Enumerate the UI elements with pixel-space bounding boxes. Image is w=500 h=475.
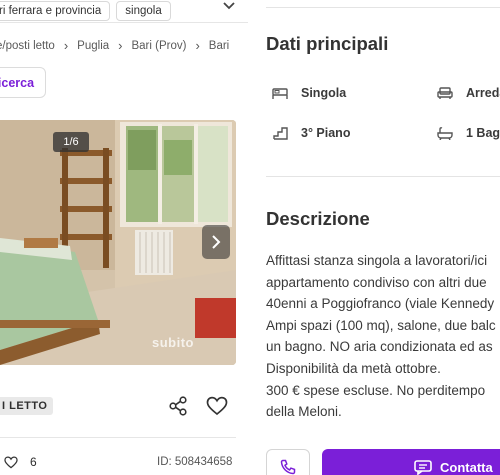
description-line: Ampi spazi (100 mq), salone, due balc [266, 317, 496, 333]
chat-icon [414, 459, 432, 475]
contact-button[interactable]: Contatta [322, 449, 500, 475]
feature-room-type: Singola [272, 86, 346, 100]
breadcrumb-item[interactable]: Bari (Prov) [131, 40, 186, 52]
room-photo-illustration [0, 120, 236, 365]
filter-chip-location[interactable]: ri ferrara e provincia [0, 1, 111, 21]
chevron-right-icon: › [63, 38, 69, 53]
likes-counter: 6 [4, 455, 37, 469]
chevron-right-icon: › [118, 38, 123, 53]
sofa-icon [437, 87, 453, 99]
listing-left-column: ri ferrara e provincia singola e/posti l… [0, 0, 248, 475]
favorite-heart-icon[interactable] [206, 396, 228, 416]
listing-photo[interactable] [0, 120, 236, 365]
description-line: un bagno. NO aria condizionata ed as [266, 339, 493, 355]
breadcrumb: e/posti letto › Puglia › Bari (Prov) › B… [0, 38, 229, 53]
description-line: 40enni a Poggiofranco (viale Kennedy [266, 296, 495, 312]
description-line: Disponibilità da metà ottobre. [266, 360, 441, 376]
call-button[interactable] [266, 449, 310, 475]
description-line: della Meloni. [266, 404, 342, 420]
share-icon[interactable] [168, 396, 188, 416]
filter-chips: ri ferrara e provincia singola [0, 0, 177, 22]
feature-furnished: Arreda [437, 86, 500, 100]
listing-right-column: Dati principali Singola Arreda 3° Piano [266, 0, 500, 475]
description-title: Descrizione [266, 208, 370, 229]
filter-chip-type[interactable]: singola [116, 1, 171, 21]
photo-counter: 1/6 [53, 132, 89, 152]
search-button[interactable]: icerca [0, 67, 46, 98]
feature-floor: 3° Piano [273, 126, 350, 140]
divider [266, 176, 500, 177]
contact-label: Contatta [440, 459, 493, 475]
chevron-right-icon [212, 235, 221, 249]
breadcrumb-item[interactable]: Bari [209, 40, 229, 52]
divider [266, 7, 500, 8]
description-line: Affittasi stanza singola a lavoratori/ic… [266, 253, 488, 268]
heart-icon [4, 456, 18, 468]
stairs-icon [273, 127, 288, 140]
likes-count: 6 [30, 455, 37, 469]
ad-id: ID: 508434658 [157, 456, 233, 468]
bed-icon [272, 88, 288, 99]
feature-label: 1 Bagn [466, 126, 500, 140]
breadcrumb-item[interactable]: e/posti letto [0, 40, 55, 52]
description-text: Affittasi stanza singola a lavoratori/ic… [266, 250, 500, 423]
chevron-right-icon: › [195, 38, 200, 53]
feature-bathrooms: 1 Bagn [437, 126, 500, 140]
next-photo-button[interactable] [202, 225, 230, 259]
description-line: 300 € spese escluse. No perditempo [266, 382, 486, 398]
details-title: Dati principali [266, 33, 389, 54]
category-badge: I LETTO [0, 397, 54, 415]
feature-label: 3° Piano [301, 126, 351, 140]
phone-icon [280, 459, 296, 475]
feature-label: Arreda [466, 86, 500, 100]
divider [0, 22, 248, 23]
description-line: appartamento condiviso con altri due [266, 274, 487, 290]
watermark: subito [152, 335, 194, 350]
divider [0, 437, 236, 438]
feature-label: Singola [301, 86, 347, 100]
breadcrumb-item[interactable]: Puglia [77, 40, 109, 52]
bathtub-icon [437, 127, 453, 140]
chevron-down-icon[interactable] [222, 0, 236, 12]
